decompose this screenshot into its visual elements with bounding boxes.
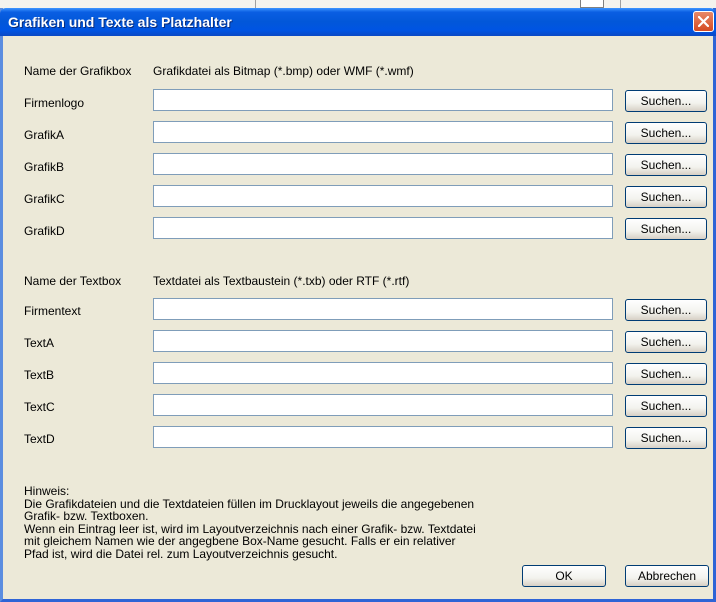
title-bar[interactable]: Grafiken und Texte als Platzhalter [0,8,716,36]
hint-text: Hinweis: Die Grafikdateien und die Textd… [24,485,476,561]
row-label-grafika: GrafikA [24,128,65,142]
row-label-firmenlogo: Firmenlogo [24,96,85,110]
textd-browse-button[interactable]: Suchen... [625,427,707,449]
background-window [0,0,716,8]
row-label-textb: TextB [24,368,55,382]
grafikc-browse-button[interactable]: Suchen... [625,186,707,208]
firmentext-browse-button[interactable]: Suchen... [625,299,707,321]
grafikb-file-input[interactable] [153,153,613,175]
textb-file-input[interactable] [153,362,613,384]
row-label-textc: TextC [24,400,55,414]
close-icon [698,16,709,27]
textb-browse-button[interactable]: Suchen... [625,363,707,385]
cancel-button[interactable]: Abbrechen [625,565,709,587]
firmenlogo-browse-button[interactable]: Suchen... [625,90,707,112]
firmentext-file-input[interactable] [153,298,613,320]
texts-file-header: Textdatei als Textbaustein (*.txb) oder … [153,274,410,288]
row-label-grafikc: GrafikC [24,192,65,206]
texts-name-header: Name der Textbox [24,274,122,288]
row-label-textd: TextD [24,432,55,446]
grafikd-file-input[interactable] [153,217,613,239]
textd-file-input[interactable] [153,426,613,448]
graphics-file-header: Grafikdatei als Bitmap (*.bmp) oder WMF … [153,64,414,78]
grafikd-browse-button[interactable]: Suchen... [625,218,707,240]
background-divider [255,0,256,8]
grafikc-file-input[interactable] [153,185,613,207]
graphics-name-header: Name der Grafikbox [24,64,132,78]
background-control [580,0,604,8]
hint-line: Grafik- bzw. Textboxen. [24,509,149,524]
grafikb-browse-button[interactable]: Suchen... [625,154,707,176]
ok-button[interactable]: OK [522,565,606,587]
grafika-browse-button[interactable]: Suchen... [625,122,707,144]
row-label-firmentext: Firmentext [24,304,81,318]
close-button[interactable] [693,11,714,32]
row-label-texta: TextA [24,336,55,350]
window-title: Grafiken und Texte als Platzhalter [8,14,232,30]
row-label-grafikb: GrafikB [24,160,65,174]
texta-file-input[interactable] [153,330,613,352]
textc-browse-button[interactable]: Suchen... [625,395,707,417]
hint-line: Hinweis: [24,484,70,498]
grafika-file-input[interactable] [153,121,613,143]
firmenlogo-file-input[interactable] [153,89,613,111]
row-label-grafikd: GrafikD [24,224,65,238]
texta-browse-button[interactable]: Suchen... [625,331,707,353]
hint-line: Pfad ist, wird die Datei rel. zum Layout… [24,546,338,561]
textc-file-input[interactable] [153,394,613,416]
background-divider [620,0,621,8]
